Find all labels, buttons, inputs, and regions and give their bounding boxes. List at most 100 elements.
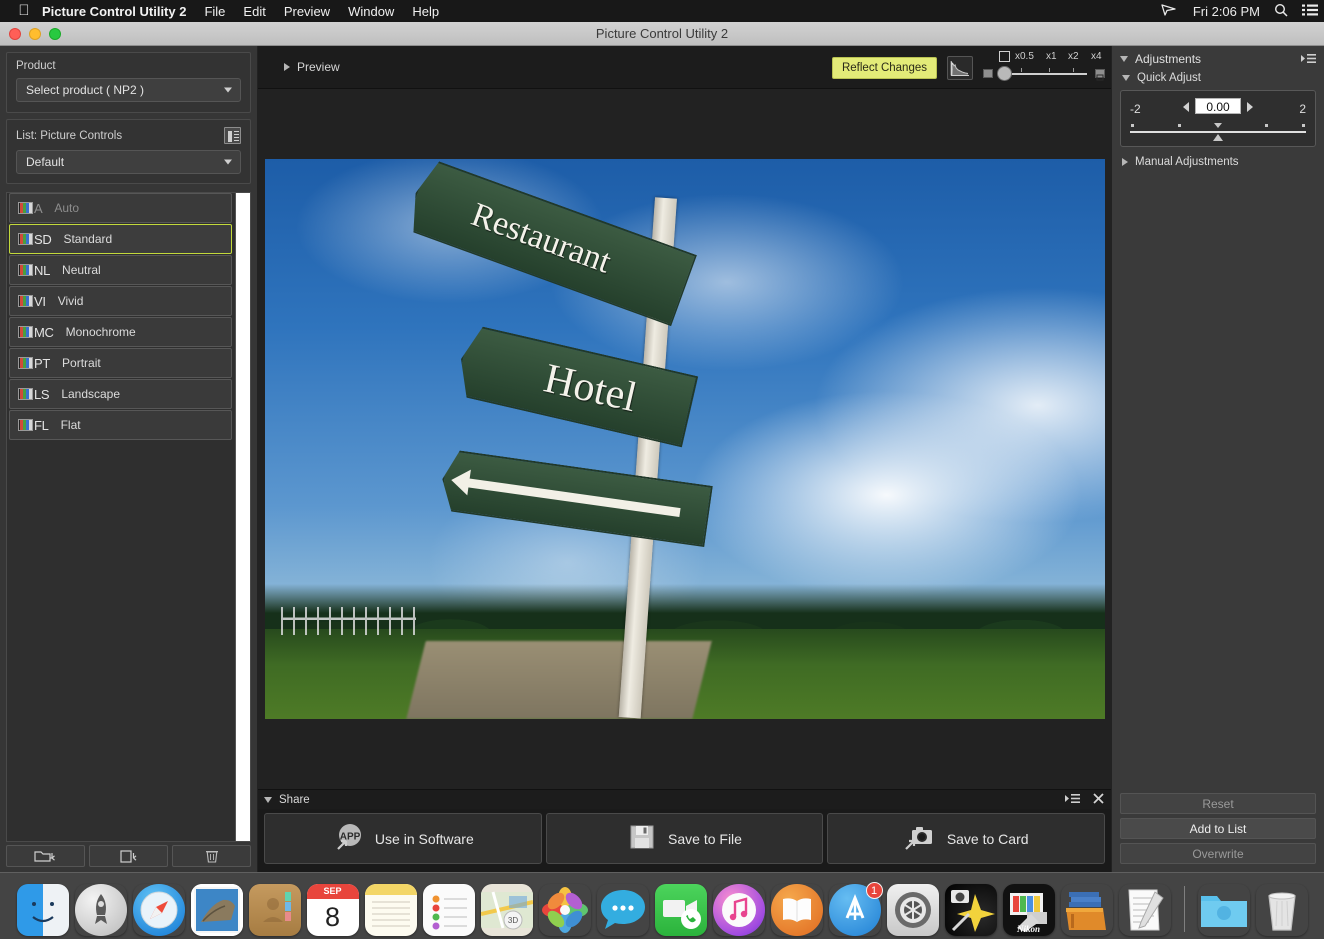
menu-window[interactable]: Window xyxy=(348,4,394,19)
apple-logo-icon[interactable]:  xyxy=(16,3,32,18)
zoom-slider-control[interactable]: x0.5 x1 x2 x4 xyxy=(983,50,1105,85)
quick-adjust-decrement-button[interactable] xyxy=(1183,102,1189,112)
quick-adjust-value-input[interactable]: 0.00 xyxy=(1195,98,1241,114)
product-select[interactable]: Select product ( NP2 ) xyxy=(16,78,241,102)
dock-item-ibooks[interactable] xyxy=(770,884,823,936)
picture-control-list-scrollbar[interactable] xyxy=(235,193,250,841)
panel-menu-icon[interactable] xyxy=(1301,53,1316,67)
search-icon[interactable] xyxy=(1274,3,1288,20)
picture-control-row-monochrome[interactable]: MC Monochrome xyxy=(9,317,232,347)
zoom-label-x2[interactable]: x2 xyxy=(1068,51,1079,62)
preview-stage[interactable]: Restaurant Hotel xyxy=(258,89,1111,789)
dock-item-trash[interactable] xyxy=(1256,884,1308,936)
airplay-icon[interactable] xyxy=(1161,3,1179,19)
quick-adjust-increment-button[interactable] xyxy=(1247,102,1253,112)
dock-item-finder[interactable] xyxy=(16,884,69,936)
dock-item-capture-nx[interactable] xyxy=(944,884,997,936)
share-disclosure-icon[interactable] xyxy=(264,796,272,803)
picture-control-row-neutral[interactable]: NL Neutral xyxy=(9,255,232,285)
dock-item-mail[interactable] xyxy=(190,884,243,936)
save-to-file-button[interactable]: Save to File xyxy=(545,813,824,864)
close-icon[interactable] xyxy=(1093,793,1104,807)
dock-item-photos[interactable] xyxy=(539,884,591,936)
add-to-list-button[interactable]: Add to List xyxy=(1120,818,1316,839)
zoom-slider-thumb[interactable] xyxy=(997,65,1012,81)
zoom-track[interactable] xyxy=(1001,72,1087,75)
reflect-changes-button[interactable]: Reflect Changes xyxy=(831,56,937,79)
save-to-card-button[interactable]: Save to Card xyxy=(827,813,1106,864)
open-folder-button[interactable] xyxy=(6,845,85,867)
dock-item-launchpad[interactable] xyxy=(74,884,127,936)
dock-item-picture-control-utility[interactable]: Nikon xyxy=(1002,884,1055,936)
menu-edit[interactable]: Edit xyxy=(243,4,265,19)
panel-menu-icon[interactable] xyxy=(1065,793,1080,807)
picture-control-row-vivid[interactable]: VI Vivid xyxy=(9,286,232,316)
dock-item-facetime[interactable] xyxy=(654,884,707,936)
fit-to-window-icon[interactable] xyxy=(999,50,1010,62)
overwrite-button[interactable]: Overwrite xyxy=(1120,843,1316,864)
picture-control-row-flat[interactable]: FL Flat xyxy=(9,410,232,440)
delete-trash-button[interactable] xyxy=(172,845,251,867)
menu-preview[interactable]: Preview xyxy=(284,4,330,19)
picture-control-row-portrait[interactable]: PT Portrait xyxy=(9,348,232,378)
quick-adjust-track[interactable] xyxy=(1130,131,1306,133)
list-label: List: Picture Controls xyxy=(16,129,123,142)
picture-control-swatch-icon xyxy=(18,295,33,307)
zoom-in-button[interactable] xyxy=(1095,68,1105,80)
center-area: Preview Reflect Changes x0.5 x1 x2 x4 Re… xyxy=(258,46,1111,872)
dock-item-app-store[interactable]: 1 xyxy=(828,882,883,936)
manual-adjustments-header[interactable]: Manual Adjustments xyxy=(1112,147,1324,172)
dock-item-maps[interactable]: 3D xyxy=(480,884,533,936)
menu-file[interactable]: File xyxy=(204,4,225,19)
picture-control-row-standard[interactable]: SD Standard xyxy=(9,224,232,254)
notification-center-icon[interactable] xyxy=(1302,4,1318,19)
list-filter-value: Default xyxy=(26,155,65,169)
dock-item-stacks-folder[interactable] xyxy=(1061,884,1113,936)
calendar-icon: SEP 8 xyxy=(306,884,359,936)
use-in-software-button[interactable]: APP Use in Software xyxy=(264,813,542,864)
app-window: Picture Control Utility 2 Product Select… xyxy=(0,22,1324,872)
dock-item-messages[interactable] xyxy=(597,884,649,936)
zoom-label-x1[interactable]: x1 xyxy=(1046,51,1057,62)
dock-item-reminders[interactable] xyxy=(422,884,475,936)
adjustments-disclosure-icon[interactable] xyxy=(1120,56,1128,62)
picture-control-name: Standard xyxy=(63,232,113,246)
app-export-icon: APP xyxy=(332,821,364,856)
picture-control-abbr: PT xyxy=(34,355,51,371)
zoom-label-x05[interactable]: x0.5 xyxy=(1015,51,1034,62)
dock-item-itunes[interactable] xyxy=(712,884,765,936)
dock-item-safari[interactable] xyxy=(132,884,185,936)
left-sidebar-toolbar xyxy=(0,842,257,872)
adjustments-header: Adjustments xyxy=(1112,46,1324,68)
dock-item-notes[interactable] xyxy=(364,884,417,936)
list-view-icon[interactable] xyxy=(224,127,241,144)
preview-disclosure-icon[interactable] xyxy=(284,63,290,71)
quick-adjust-header[interactable]: Quick Adjust xyxy=(1112,68,1324,88)
menu-help[interactable]: Help xyxy=(412,4,439,19)
dock-item-calendar[interactable]: SEP 8 xyxy=(306,884,359,936)
reset-button[interactable]: Reset xyxy=(1120,793,1316,814)
histogram-icon[interactable] xyxy=(947,55,973,80)
dock-item-textedit[interactable] xyxy=(1119,884,1171,936)
right-sidebar-spacer xyxy=(1112,172,1324,789)
quick-adjust-thumb[interactable] xyxy=(1213,134,1223,141)
dock-item-downloads-folder[interactable] xyxy=(1198,884,1250,936)
arrow-left-icon xyxy=(465,478,681,517)
picture-control-name: Flat xyxy=(60,418,81,432)
new-document-button[interactable] xyxy=(89,845,168,867)
picture-control-row-landscape[interactable]: LS Landscape xyxy=(9,379,232,409)
preview-image[interactable]: Restaurant Hotel xyxy=(264,159,1105,719)
menubar-clock[interactable]: Fri 2:06 PM xyxy=(1193,4,1260,19)
menubar-app-title[interactable]: Picture Control Utility 2 xyxy=(42,4,186,19)
zoom-out-button[interactable] xyxy=(983,68,993,78)
quick-adjust-disclosure-icon[interactable] xyxy=(1122,75,1130,81)
list-filter-select[interactable]: Default xyxy=(16,150,241,174)
picture-control-row-auto[interactable]: A Auto xyxy=(9,193,232,223)
manual-adjustments-disclosure-icon[interactable] xyxy=(1122,158,1128,166)
dock-item-contacts[interactable] xyxy=(248,884,301,936)
quick-adjust-min-label: -2 xyxy=(1130,102,1141,116)
zoom-label-x4[interactable]: x4 xyxy=(1091,51,1102,62)
dock-item-system-preferences[interactable] xyxy=(886,884,939,936)
quick-adjust-tick-center xyxy=(1214,123,1222,128)
picture-control-name: Auto xyxy=(54,201,80,215)
